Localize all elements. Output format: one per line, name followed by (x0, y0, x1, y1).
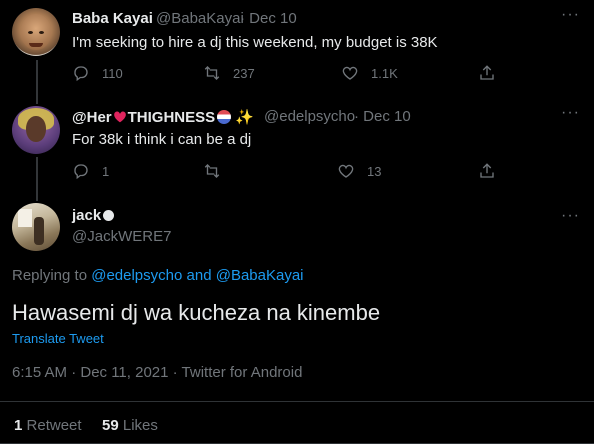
avatar-eye (28, 31, 33, 34)
tweet1-author-name[interactable]: Baba Kayai (72, 10, 153, 27)
tweet1-retweet-button[interactable]: 237 (203, 64, 255, 82)
retweet-count: 1 (14, 417, 23, 434)
reply-icon (74, 164, 88, 180)
ball-emoji (217, 110, 232, 124)
tweet2-text: For 38k i think i can be a dj (72, 131, 252, 148)
replying-link-edelpsycho[interactable]: @edelpsycho (91, 267, 182, 284)
tweet2-reply-button[interactable]: 1 (72, 162, 109, 180)
tweet2-like-button[interactable]: 13 (337, 162, 381, 180)
retweet-icon (204, 66, 220, 80)
heart-emoji (113, 111, 126, 123)
tweet1-reply-count: 110 (102, 65, 123, 81)
tweet1-retweet-count: 237 (233, 65, 255, 81)
main-tweet-text: Hawasemi dj wa kucheza na kinembe (12, 300, 381, 325)
tweet2-share-button[interactable] (478, 162, 508, 180)
tweet1-like-count: 1.1K (371, 65, 398, 81)
verified-dot (103, 210, 115, 221)
retweet-icon (204, 164, 220, 178)
tweet2-name-suffix: THIGHNESS (127, 109, 216, 126)
tweet2-name-prefix: @Her (72, 109, 112, 126)
tweet2-handle[interactable]: @edelpsycho (264, 108, 355, 125)
tweet2-retweet-button[interactable] (203, 162, 233, 180)
avatar-mouth (29, 43, 43, 47)
like-stat[interactable]: 59 Likes (102, 417, 158, 434)
tweet2-reply-count: 1 (102, 163, 110, 179)
like-count: 59 (102, 417, 119, 434)
more-icon[interactable]: ··· (561, 104, 580, 122)
avatar-face (26, 116, 46, 142)
avatar-baba-kayai[interactable] (12, 8, 60, 56)
tweet1-handle[interactable]: @BabaKayai (156, 10, 244, 27)
tweet1-date[interactable]: · Dec 10 (240, 10, 297, 27)
sparkles-emoji: ✨ (235, 109, 254, 126)
avatar-jack[interactable] (12, 203, 60, 251)
main-handle[interactable]: @JackWERE7 (72, 228, 171, 245)
tweet-timestamp[interactable]: 6:15 AM · Dec 11, 2021 · Twitter for And… (12, 364, 302, 381)
share-icon (480, 163, 494, 178)
reply-icon (74, 66, 88, 82)
like-icon (338, 164, 354, 178)
tweet2-author-name[interactable]: @Her THIGHNESS ✨ (72, 108, 254, 126)
tweet1-share-button[interactable] (478, 64, 508, 82)
retweet-label: Retweet (26, 417, 82, 434)
avatar-person (34, 217, 44, 245)
main-author-name[interactable]: jack (72, 207, 115, 224)
divider (0, 401, 594, 402)
thread-line (36, 60, 38, 104)
avatar-edelpsycho[interactable] (12, 106, 60, 154)
retweet-stat[interactable]: 1 Retweet (14, 417, 82, 434)
share-icon (480, 65, 494, 80)
tweet2-like-count: 13 (367, 163, 382, 179)
main-author-name-text: jack (72, 207, 102, 224)
thread-line (36, 157, 38, 201)
avatar-face (21, 14, 51, 50)
tweet1-text: I'm seeking to hire a dj this weekend, m… (72, 34, 438, 51)
translate-tweet-link[interactable]: Translate Tweet (12, 331, 104, 346)
tweet1-reply-button[interactable]: 110 (72, 64, 123, 82)
like-icon (342, 66, 358, 80)
tweet2-date[interactable]: · Dec 10 (354, 108, 411, 125)
like-label: Likes (122, 417, 158, 434)
replying-prefix: Replying to (12, 267, 88, 284)
replying-link-babakayai[interactable]: @BabaKayai (216, 267, 304, 284)
more-icon[interactable]: ··· (561, 6, 580, 24)
avatar-window (18, 209, 32, 227)
replying-and: and (186, 267, 212, 284)
tweet1-like-button[interactable]: 1.1K (341, 64, 398, 82)
more-icon[interactable]: ··· (561, 207, 580, 225)
avatar-eye (39, 31, 44, 34)
replying-to-line: Replying to @edelpsycho and @BabaKayai (12, 267, 304, 284)
